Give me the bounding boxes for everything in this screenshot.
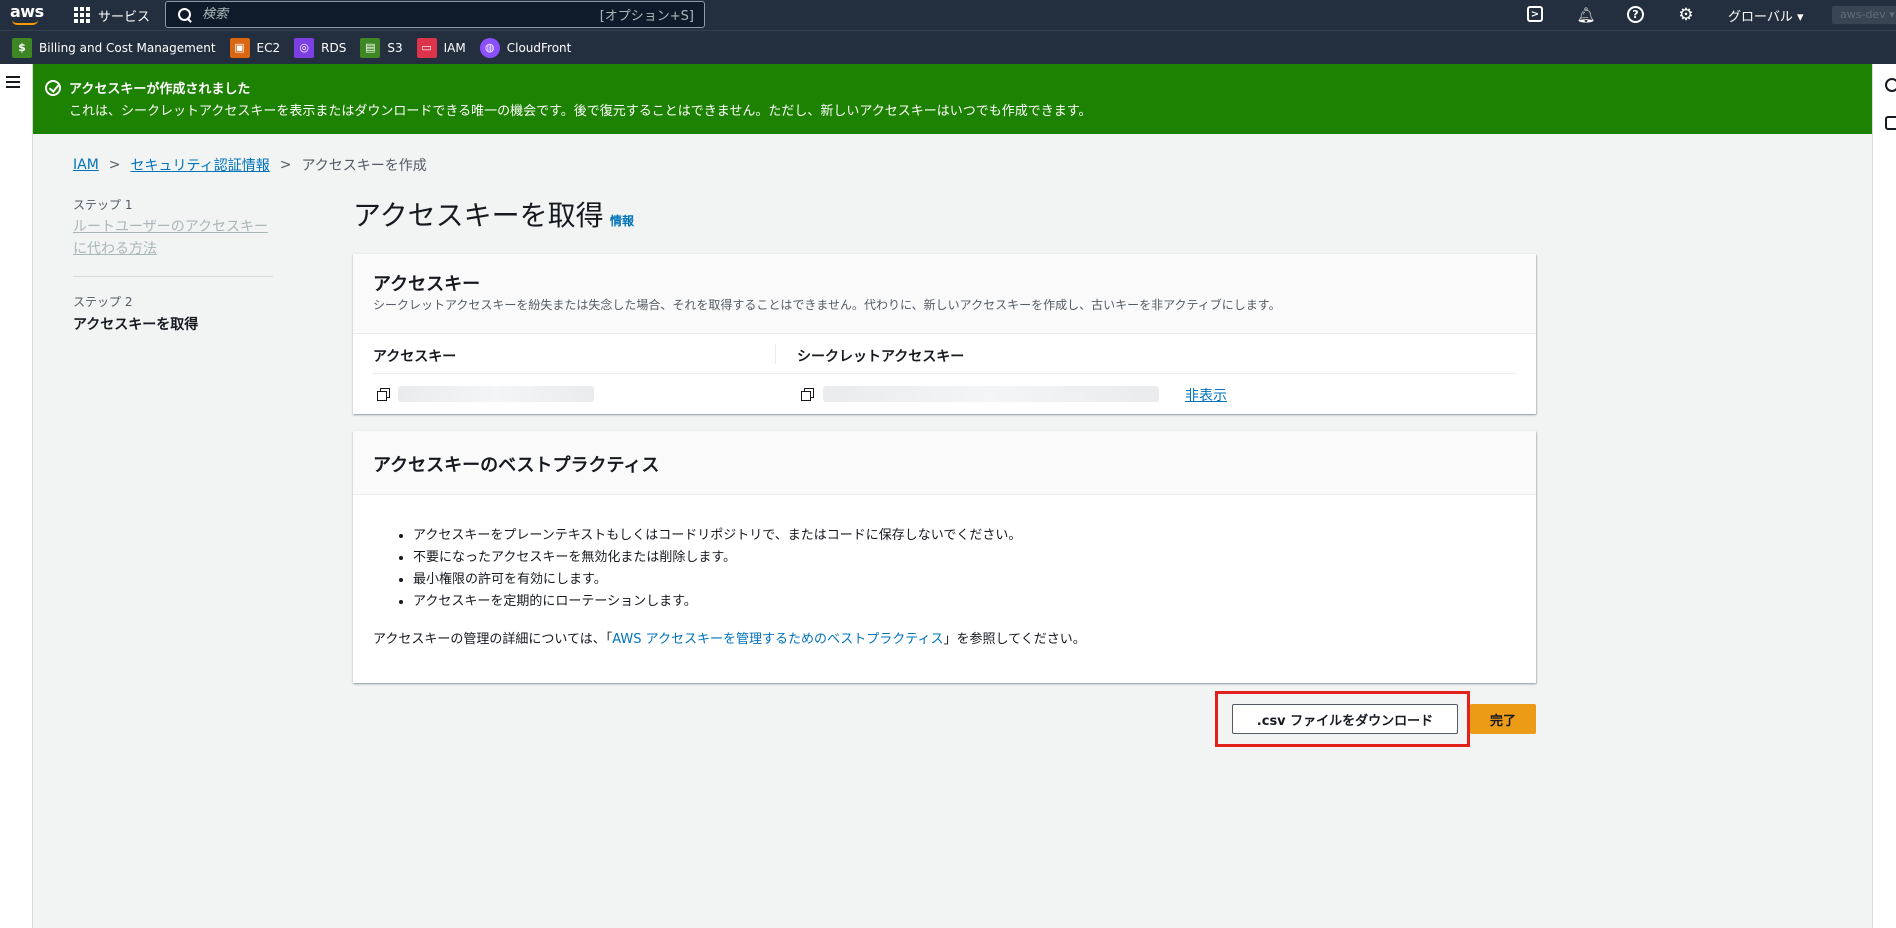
favorite-label: RDS <box>321 40 347 55</box>
access-key-panel: アクセスキー シークレットアクセスキーを紛失または失念した場合、それを取得するこ… <box>353 254 1536 414</box>
aws-logo[interactable]: aws <box>10 4 44 26</box>
note-prefix: アクセスキーの管理の詳細については、「 <box>373 632 613 647</box>
step2-title: アクセスキーを取得 <box>73 317 199 333</box>
favorite-label: IAM <box>443 40 466 55</box>
aws-smile-icon <box>12 20 38 25</box>
favorite-rds[interactable]: ◎ RDS <box>294 37 347 58</box>
breadcrumb-current: アクセスキーを作成 <box>301 158 427 174</box>
aws-logo-text: aws <box>10 2 44 21</box>
feedback-icon[interactable] <box>1885 116 1896 130</box>
favorite-s3[interactable]: ▤ S3 <box>360 37 403 58</box>
favorite-cloudfront[interactable]: ◍ CloudFront <box>479 37 572 58</box>
breadcrumb: IAM > セキュリティ認証情報 > アクセスキーを作成 <box>73 155 427 175</box>
chevron-right-icon: > <box>279 157 292 173</box>
step1-label: ステップ 1 <box>73 198 133 212</box>
best-practices-doc-link[interactable]: AWS アクセスキーを管理するためのベストプラクティス <box>612 632 943 647</box>
favorite-label: Billing and Cost Management <box>39 40 216 55</box>
s3-icon: ▤ <box>360 37 381 58</box>
cloudshell-icon[interactable]: > <box>1527 6 1543 22</box>
best-practices-panel: アクセスキーのベストプラクティス アクセスキーをプレーンテキストもしくはコードリ… <box>353 431 1536 683</box>
search-shortcut-hint: [オプション+S] <box>599 9 694 24</box>
region-selector[interactable]: グローバル ▾ <box>1728 6 1804 25</box>
grid-icon <box>74 7 90 23</box>
info-link[interactable]: 情報 <box>610 212 634 229</box>
table-row: 非表示 <box>373 374 1516 414</box>
copy-secret-key-icon[interactable] <box>801 388 814 401</box>
column-header-access-key: アクセスキー <box>373 349 457 365</box>
menu-toggle-icon[interactable] <box>6 76 20 88</box>
access-key-value-redacted <box>398 386 594 402</box>
download-csv-button[interactable]: .csv ファイルをダウンロード <box>1232 704 1458 734</box>
success-check-icon <box>45 80 61 96</box>
iam-icon: ▭ <box>416 37 437 58</box>
favorite-billing[interactable]: $ Billing and Cost Management <box>12 37 216 58</box>
secret-key-value-redacted <box>823 386 1159 402</box>
column-divider <box>775 344 776 364</box>
side-navigation-rail <box>0 64 33 928</box>
notifications-bell-icon[interactable]: 🔔︎ <box>1576 6 1595 24</box>
top-navigation: aws サービス [オプション+S] > 🔔︎ ? ⚙ グローバル ▾ aws-… <box>0 0 1896 30</box>
billing-icon: $ <box>12 37 32 58</box>
access-key-panel-title: アクセスキー <box>373 274 481 295</box>
panel-header: アクセスキーのベストプラクティス <box>353 431 1536 495</box>
copy-access-key-icon[interactable] <box>377 388 390 401</box>
services-label: サービス <box>98 9 151 25</box>
panel-header: アクセスキー シークレットアクセスキーを紛失または失念した場合、それを取得するこ… <box>353 254 1536 334</box>
favorite-label: EC2 <box>256 40 281 55</box>
cloudfront-icon: ◍ <box>479 37 500 58</box>
account-menu[interactable]: aws-dev ▾ <box>1832 6 1896 24</box>
hide-secret-key-link[interactable]: 非表示 <box>1185 385 1227 405</box>
access-key-panel-description: シークレットアクセスキーを紛失または失念した場合、それを取得することはできません… <box>373 298 1281 312</box>
search-bar: [オプション+S] <box>165 1 705 28</box>
favorite-label: CloudFront <box>506 40 572 55</box>
favorite-label: S3 <box>387 40 403 55</box>
help-icon[interactable]: ? <box>1627 6 1644 23</box>
step2-label: ステップ 2 <box>73 295 133 309</box>
table-header: アクセスキー シークレットアクセスキー <box>373 334 1516 374</box>
best-practices-title: アクセスキーのベストプラクティス <box>373 455 660 476</box>
list-item: 最小権限の許可を有効にします。 <box>413 569 1021 591</box>
rds-icon: ◎ <box>294 37 315 58</box>
services-menu-button[interactable]: サービス <box>74 4 150 26</box>
settings-gear-icon[interactable]: ⚙ <box>1677 5 1695 25</box>
flash-title: アクセスキーが作成されました <box>69 82 251 97</box>
best-practices-list: アクセスキーをプレーンテキストもしくはコードリポジトリで、またはコードに保存しな… <box>413 525 1021 613</box>
success-flash-banner: アクセスキーが作成されました これは、シークレットアクセスキーを表示またはダウン… <box>33 64 1872 134</box>
list-item: 不要になったアクセスキーを無効化または削除します。 <box>413 547 1021 569</box>
breadcrumb-iam-link[interactable]: IAM <box>73 157 99 173</box>
best-practices-note: アクセスキーの管理の詳細については、「AWS アクセスキーを管理するためのベスト… <box>373 628 1086 647</box>
favorites-bar: $ Billing and Cost Management ▣ EC2 ◎ RD… <box>0 30 1896 64</box>
search-input[interactable] <box>202 7 600 22</box>
favorite-ec2[interactable]: ▣ EC2 <box>229 37 281 58</box>
chevron-right-icon: > <box>108 157 121 173</box>
note-suffix: 」を参照してください。 <box>943 632 1086 647</box>
breadcrumb-security-credentials-link[interactable]: セキュリティ認証情報 <box>131 155 270 175</box>
info-panel-icon[interactable] <box>1885 78 1896 92</box>
step1-link[interactable]: ルートユーザーのアクセスキーに代わる方法 <box>73 216 273 260</box>
step-divider <box>73 276 273 277</box>
page-title: アクセスキーを取得 <box>353 199 604 232</box>
list-item: アクセスキーを定期的にローテーションします。 <box>413 591 1021 613</box>
search-icon <box>178 7 192 22</box>
favorite-iam[interactable]: ▭ IAM <box>416 37 466 58</box>
column-header-secret-key: シークレットアクセスキー <box>797 349 965 365</box>
done-button[interactable]: 完了 <box>1470 704 1536 734</box>
list-item: アクセスキーをプレーンテキストもしくはコードリポジトリで、またはコードに保存しな… <box>413 525 1021 547</box>
ec2-icon: ▣ <box>229 37 250 58</box>
tools-rail <box>1872 64 1896 928</box>
flash-message: これは、シークレットアクセスキーを表示またはダウンロードできる唯一の機会です。後… <box>69 104 1092 119</box>
